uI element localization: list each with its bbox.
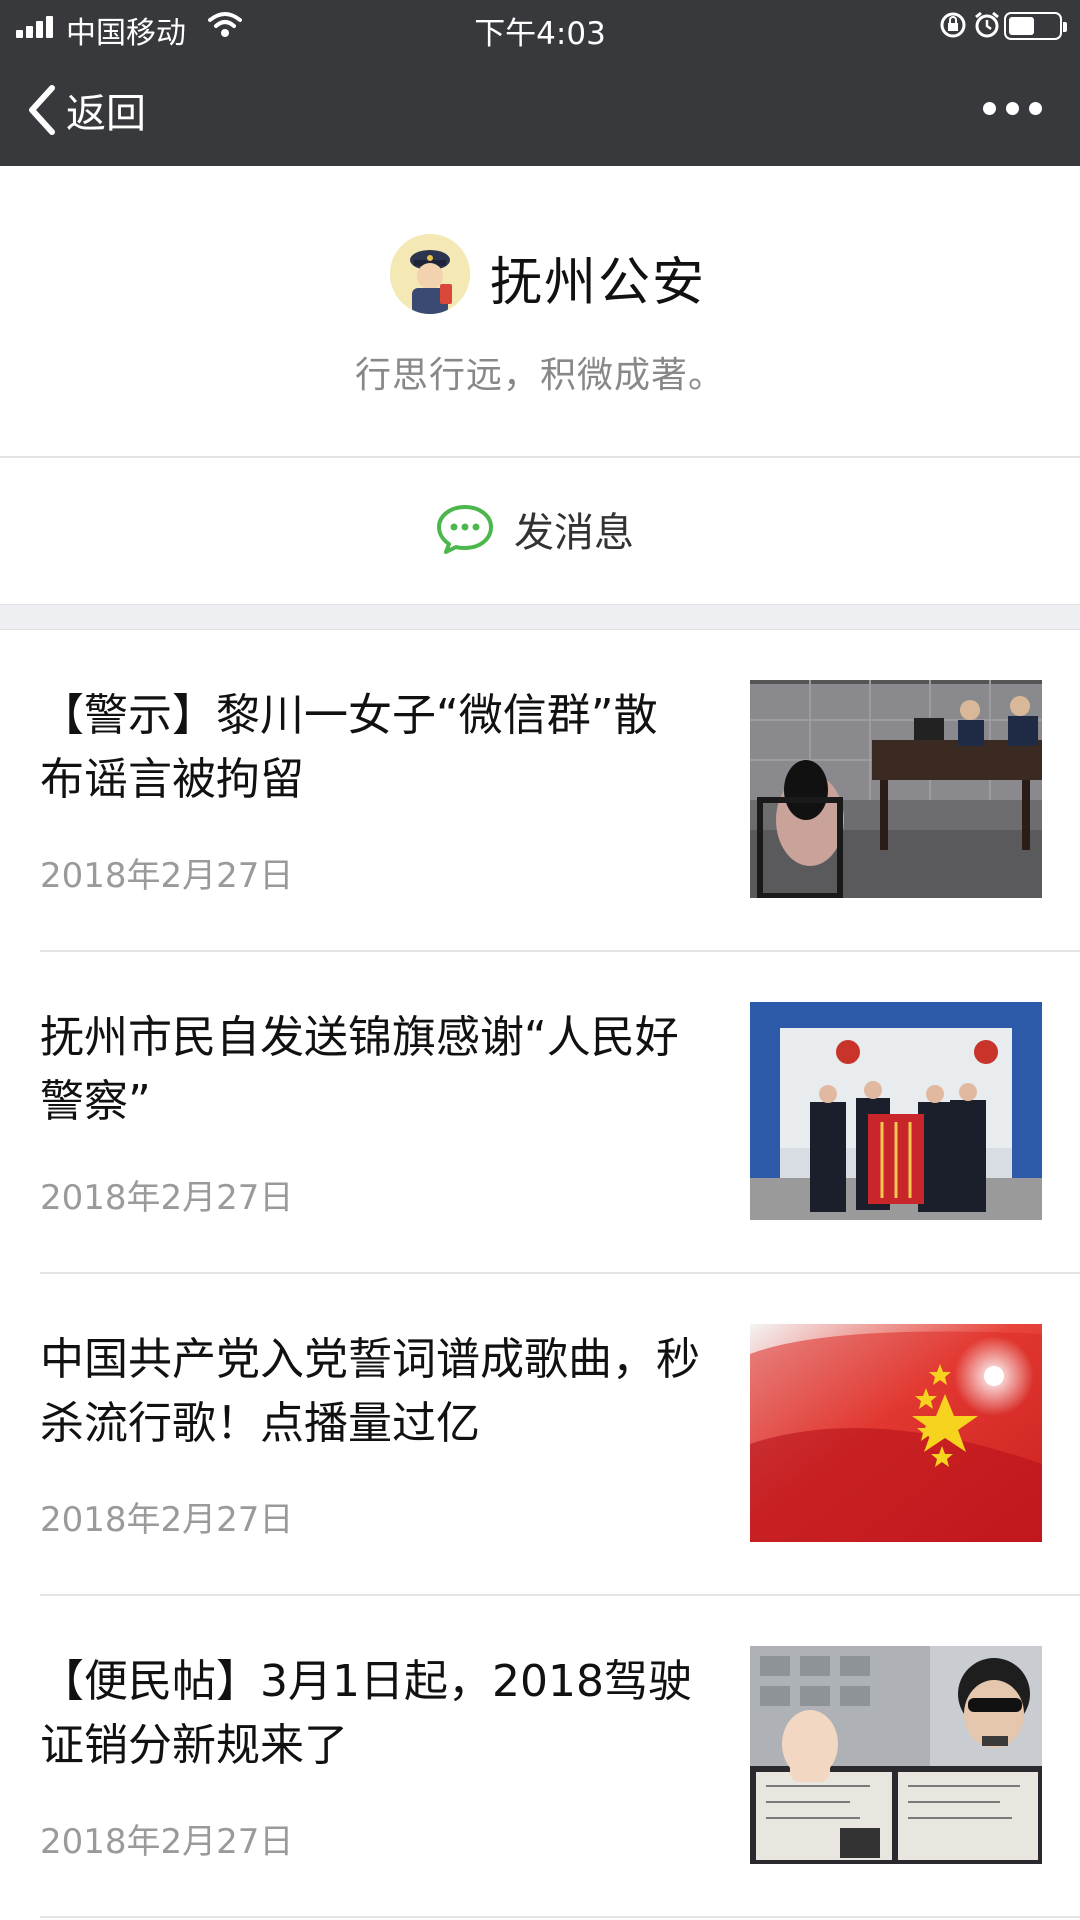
section-divider — [0, 604, 1080, 630]
article-title: 【便民帖】3月1日起，2018驾驶证销分新规来了 — [40, 1656, 692, 1771]
account-profile: 抚州公安 行思行远，积微成著。 — [0, 166, 1080, 456]
nav-bar: 返回 — [0, 54, 1080, 166]
article-title: 中国共产党入党誓词谱成歌曲，秒杀流行歌！点播量过亿 — [40, 1334, 700, 1449]
license-photo — [750, 1646, 1042, 1864]
article-date: 2018年2月27日 — [40, 1500, 294, 1540]
banner-ceremony-photo — [750, 1002, 1042, 1220]
article-date: 2018年2月27日 — [40, 1822, 294, 1862]
article-title: 【警示】黎川一女子“微信群”散布谣言被拘留 — [40, 690, 658, 805]
more-icon[interactable] — [983, 102, 1042, 115]
status-bar: 中国移动 下午4:03 — [0, 0, 1080, 54]
battery-level — [1009, 17, 1034, 35]
battery-icon — [1004, 12, 1067, 40]
list-item[interactable]: 抚州市民自发送锦旗感谢“人民好警察” 2018年2月27日 — [0, 952, 1080, 1274]
avatar[interactable] — [390, 234, 470, 314]
clock: 下午4:03 — [474, 16, 606, 52]
list-item[interactable]: 中国共产党入党誓词谱成歌曲，秒杀流行歌！点播量过亿 2018年2月27日 — [0, 1274, 1080, 1596]
send-message-button[interactable]: 发消息 — [0, 456, 1080, 604]
chat-bubble-icon — [437, 505, 493, 554]
article-title: 抚州市民自发送锦旗感谢“人民好警察” — [40, 1012, 679, 1127]
list-item[interactable]: 【便民帖】3月1日起，2018驾驶证销分新规来了 2018年2月27日 — [0, 1596, 1080, 1918]
article-date: 2018年2月27日 — [40, 856, 294, 896]
account-name: 抚州公安 — [490, 253, 707, 313]
rotation-lock-icon — [940, 12, 966, 38]
top-bar: 中国移动 下午4:03 返回 — [0, 0, 1080, 166]
interrogation-photo — [750, 680, 1042, 898]
send-message-label: 发消息 — [514, 510, 634, 556]
list-item[interactable]: 【警示】黎川一女子“微信群”散布谣言被拘留 2018年2月27日 — [0, 630, 1080, 952]
account-motto: 行思行远，积微成著。 — [354, 355, 725, 396]
police-mascot-icon — [390, 234, 470, 314]
back-button[interactable]: 返回 — [24, 80, 146, 140]
chevron-left-icon — [29, 85, 55, 135]
alarm-icon — [975, 11, 999, 38]
back-label: 返回 — [66, 91, 146, 137]
article-date: 2018年2月27日 — [40, 1178, 294, 1218]
article-list: 【警示】黎川一女子“微信群”散布谣言被拘留 2018年2月27日 抚州市民自发送… — [0, 630, 1080, 1918]
china-flag-photo — [750, 1324, 1042, 1542]
